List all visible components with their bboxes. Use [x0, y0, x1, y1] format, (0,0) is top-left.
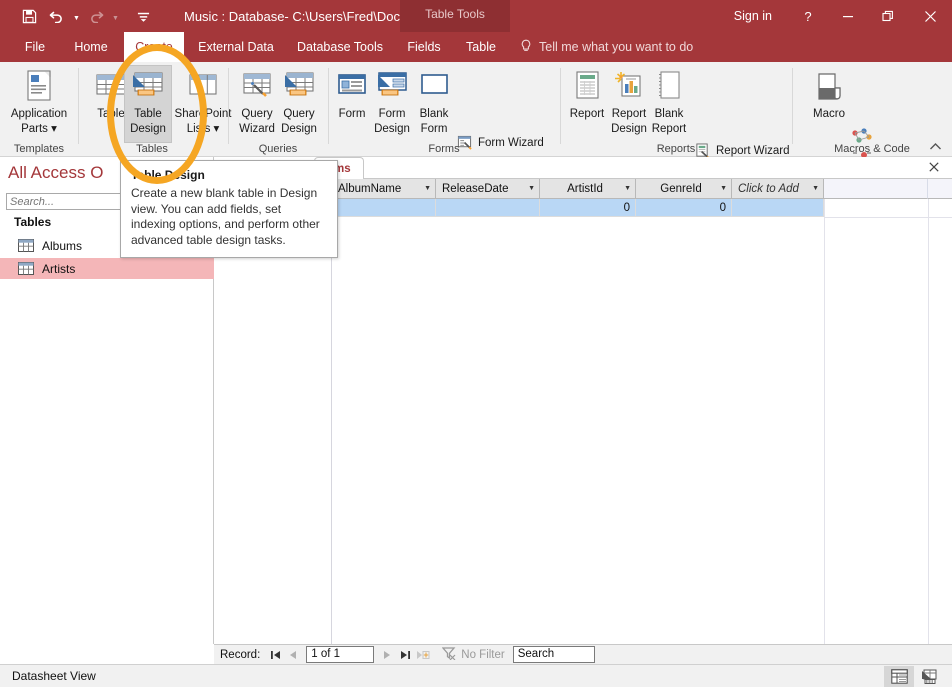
customize-qat-icon[interactable] — [130, 4, 156, 28]
group-label-templates: Templates — [13, 143, 65, 155]
chevron-down-icon[interactable]: ▼ — [624, 185, 631, 192]
cell-artistid[interactable]: 0 — [540, 199, 636, 217]
column-header-genreid[interactable]: GenreId ▼ — [636, 179, 732, 199]
help-icon[interactable]: ? — [788, 0, 828, 32]
ribbon-tab-external-data[interactable]: External Data — [188, 32, 284, 62]
navigation-pane-title[interactable]: All Access O — [8, 163, 103, 183]
column-header-label: ArtistId — [567, 182, 603, 195]
group-label-macros-code: Macros & Code — [834, 143, 910, 155]
ribbon-tab-file[interactable]: File — [14, 32, 56, 62]
group-label-forms: Forms — [428, 143, 460, 155]
filter-icon — [441, 646, 456, 663]
nav-item-artists[interactable]: Artists — [0, 258, 214, 279]
chevron-down-icon[interactable]: ▼ — [812, 185, 819, 192]
record-number-input[interactable]: 1 of 1 — [306, 646, 375, 663]
contextual-tools-label: Table Tools — [425, 7, 485, 21]
ribbon-group-reports: Reports — [560, 62, 792, 157]
undo-dropdown-caret[interactable]: ▼ — [72, 5, 81, 27]
tooltip-title: Table Design — [131, 168, 205, 182]
column-header-label: ReleaseDate — [442, 182, 509, 195]
chevron-down-icon[interactable]: ▼ — [424, 185, 431, 192]
previous-record-button[interactable] — [284, 646, 302, 664]
column-header-label: GenreId — [660, 182, 702, 195]
ribbon-group-tables: Tables — [78, 62, 226, 157]
column-header-label: AlbumName — [338, 182, 402, 195]
record-navigation-bar: Record: 1 of 1 No Filter Search — [214, 644, 952, 664]
save-icon[interactable] — [16, 4, 42, 28]
chevron-up-icon[interactable] — [929, 142, 942, 154]
nav-group-tables[interactable]: Tables — [14, 215, 51, 229]
nav-item-label: Albums — [42, 238, 83, 253]
lightbulb-icon — [520, 39, 532, 55]
tell-me-placeholder: Tell me what you want to do — [539, 40, 694, 54]
design-view-icon[interactable] — [914, 666, 944, 687]
quick-access-toolbar: ▼ ▼ — [0, 4, 156, 28]
tell-me-box[interactable]: Tell me what you want to do — [520, 32, 693, 62]
close-document-icon[interactable] — [926, 159, 942, 175]
ribbon-body: Application Parts ▾ Templates Table Tabl… — [0, 62, 952, 196]
gridline — [928, 199, 929, 687]
column-header-empty-1 — [824, 179, 928, 199]
ribbon-tab-create[interactable]: Create — [124, 32, 184, 62]
new-record-button[interactable] — [414, 646, 432, 664]
no-filter-label: No Filter — [461, 648, 505, 661]
column-header-releasedate[interactable]: ReleaseDate ▼ — [436, 179, 540, 199]
table-grid-icon — [18, 239, 34, 252]
ribbon-group-templates: Templates — [0, 62, 78, 157]
close-icon[interactable] — [908, 0, 952, 32]
cell-click-to-add[interactable] — [732, 199, 824, 217]
table-grid-icon — [18, 262, 34, 275]
status-bar: Datasheet View — [0, 664, 952, 687]
click-to-add-label: Click to Add — [738, 182, 799, 195]
first-record-button[interactable] — [266, 646, 284, 664]
group-label-reports: Reports — [656, 143, 696, 155]
ribbon-tab-database-tools[interactable]: Database Tools — [288, 32, 392, 62]
column-header-click-to-add[interactable]: Click to Add ▼ — [732, 179, 824, 199]
ribbon-tab-home[interactable]: Home — [62, 32, 120, 62]
cell-genreid[interactable]: 0 — [636, 199, 732, 217]
access-window: ▼ ▼ Music : Database- C:\Users\Fred\Docu… — [0, 0, 952, 687]
window-controls: Sign in ? — [718, 0, 952, 32]
view-shortcuts — [884, 665, 944, 687]
column-header-albumname[interactable]: AlbumName ▼ — [332, 179, 436, 199]
datasheet-search-input[interactable]: Search — [512, 646, 595, 663]
record-label: Record: — [220, 648, 261, 661]
window-title: Music : Database- C:\Users\Fred\Docume..… — [184, 8, 437, 24]
redo-icon — [83, 4, 109, 28]
gridline — [824, 199, 825, 687]
column-header-empty-2 — [928, 179, 952, 199]
last-record-button[interactable] — [396, 646, 414, 664]
nav-item-label: Artists — [42, 261, 76, 276]
ribbon-tab-strip: File Home Create External Data Database … — [0, 32, 952, 62]
undo-icon[interactable] — [44, 4, 70, 28]
chevron-down-icon[interactable]: ▼ — [528, 185, 535, 192]
cell-releasedate[interactable] — [436, 199, 540, 217]
redo-dropdown-caret: ▼ — [112, 15, 119, 22]
ribbon-group-forms: Forms — [328, 62, 560, 157]
restore-icon[interactable] — [868, 0, 908, 32]
ribbon-group-macros-code: Macros & Code — [792, 62, 952, 157]
group-label-queries: Queries — [258, 143, 298, 155]
no-filter-button[interactable]: No Filter — [441, 646, 505, 663]
group-label-tables: Tables — [136, 143, 168, 155]
datasheet-view-icon[interactable] — [884, 665, 914, 687]
chevron-down-icon[interactable]: ▼ — [720, 185, 727, 192]
sign-in-button[interactable]: Sign in — [718, 9, 788, 23]
cell-albumname[interactable] — [332, 199, 436, 217]
next-record-button[interactable] — [378, 646, 396, 664]
minimize-icon[interactable] — [828, 0, 868, 32]
ribbon-tab-table[interactable]: Table — [456, 32, 506, 62]
ribbon-group-queries: Queries — [228, 62, 328, 157]
ribbon-tab-fields[interactable]: Fields — [400, 32, 448, 62]
gridline — [824, 217, 952, 218]
table-design-tooltip: Table Design Create a new blank table in… — [120, 160, 338, 258]
status-text: Datasheet View — [12, 669, 96, 683]
tooltip-body: Create a new blank table in Design view.… — [131, 186, 320, 247]
column-header-artistid[interactable]: ArtistId ▼ — [540, 179, 636, 199]
